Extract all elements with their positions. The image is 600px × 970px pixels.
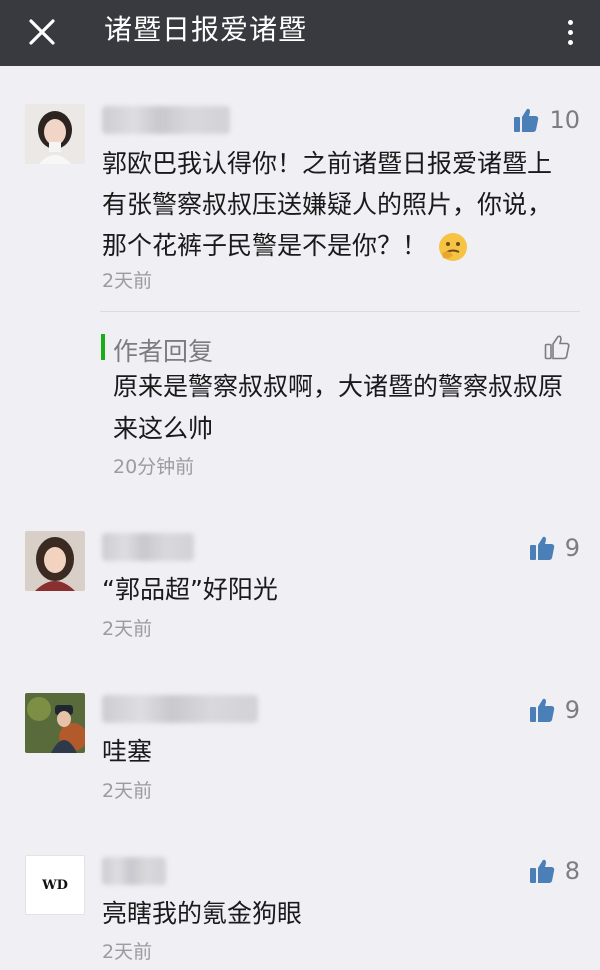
blurred-nickname [102,695,258,723]
thumbs-up-icon [529,536,554,560]
comment-time: 2天前 [102,941,153,963]
avatar-logo-text: WD [42,877,68,893]
close-icon [29,19,55,45]
close-button[interactable] [22,12,62,52]
avatar[interactable] [25,104,85,164]
thinking-face-emoji [437,231,469,263]
divider [100,311,580,312]
avatar[interactable] [25,693,85,753]
like-button[interactable]: 10 [513,106,580,134]
reply-time: 20分钟前 [113,456,195,478]
like-button[interactable]: 9 [529,696,580,724]
more-menu-button[interactable] [558,10,582,54]
blurred-nickname [102,533,194,561]
like-count: 8 [564,857,580,885]
comment-text: 亮瞎我的氪金狗眼 [102,899,303,928]
like-count: 9 [564,696,580,724]
like-button[interactable]: 9 [529,534,580,562]
avatar[interactable]: WD [25,855,85,915]
comment-text: 郭欧巴我认得你！之前诸暨日报爱诸暨上有张警察叔叔压送嫌疑人的照片，你说，那个花裤… [102,143,572,266]
thumbs-up-icon [529,698,554,722]
thumbs-up-icon [529,859,554,883]
comment-time: 2天前 [102,618,153,640]
reply-text: 原来是警察叔叔啊，大诸暨的警察叔叔原来这么帅 [113,372,564,443]
reply-like-button[interactable] [544,334,570,364]
thumbs-up-outline-icon [544,335,570,360]
avatar[interactable] [25,531,85,591]
like-count: 9 [564,534,580,562]
comment-time: 2天前 [102,270,153,292]
blurred-nickname [102,106,230,134]
comment-text: “郭品超”好阳光 [102,575,278,604]
page-title: 诸暨日报爱诸暨 [104,13,308,46]
like-count: 10 [549,106,580,134]
comment-time: 2天前 [102,780,153,802]
blurred-nickname [102,857,166,885]
author-reply-label: 作者回复 [113,337,214,366]
like-button[interactable]: 8 [529,857,580,885]
reply-accent-bar [101,334,105,360]
thumbs-up-icon [514,108,539,132]
more-vertical-icon [567,19,573,25]
comment-text: 哇塞 [102,737,153,766]
top-bar: 诸暨日报爱诸暨 [0,0,600,66]
